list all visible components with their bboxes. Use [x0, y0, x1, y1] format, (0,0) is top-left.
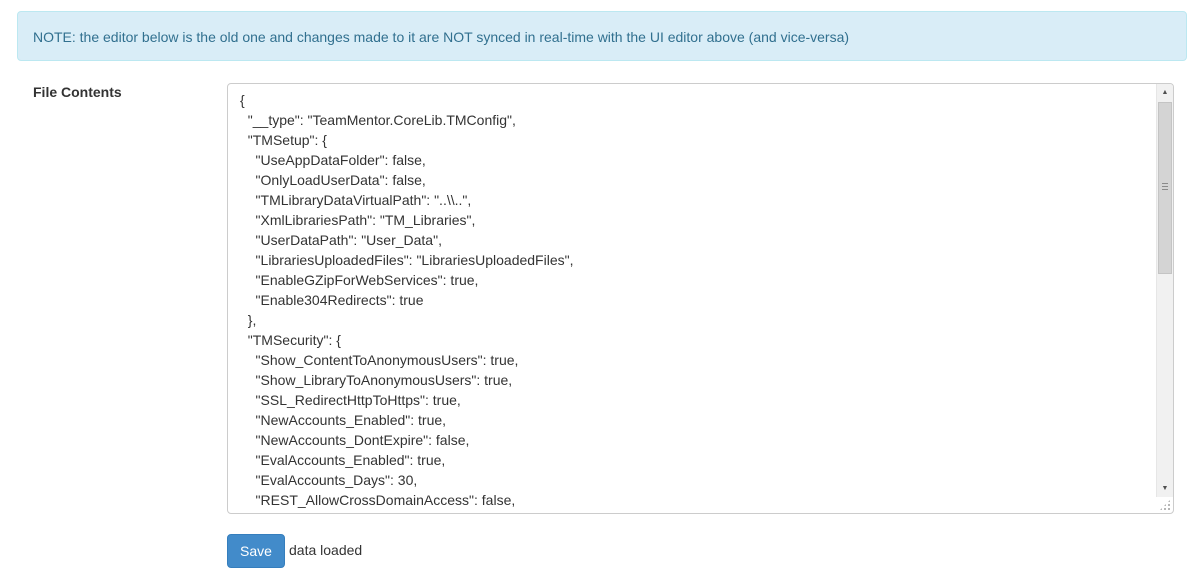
code-line: "Enable304Redirects": true	[240, 292, 424, 308]
sync-warning-note: NOTE: the editor below is the old one an…	[17, 11, 1187, 61]
code-line: "TMLibraryDataVirtualPath": "..\\..",	[240, 192, 472, 208]
code-line: "Show_ContentToAnonymousUsers": true,	[240, 352, 519, 368]
scroll-down-arrow-icon[interactable]: ▼	[1157, 480, 1173, 497]
file-contents-editor[interactable]: { "__type": "TeamMentor.CoreLib.TMConfig…	[227, 83, 1174, 514]
code-line: "SSL_RedirectHttpToHttps": true,	[240, 392, 461, 408]
code-line: "REST_AllowCrossDomainAccess": false,	[240, 492, 516, 508]
code-line: "TMSecurity": {	[240, 332, 341, 348]
resize-handle-icon[interactable]	[1159, 499, 1171, 511]
scrollbar-grip-icon	[1162, 183, 1168, 190]
code-line: "XmlLibrariesPath": "TM_Libraries",	[240, 212, 476, 228]
code-line: "EvalAccounts_Days": 30,	[240, 472, 418, 488]
save-button[interactable]: Save	[227, 534, 285, 568]
code-line: "EvalAccounts_Enabled": true,	[240, 452, 446, 468]
code-line: "Show_LibraryToAnonymousUsers": true,	[240, 372, 513, 388]
code-line: "NewAccounts_Enabled": true,	[240, 412, 447, 428]
status-text: data loaded	[289, 542, 363, 558]
code-line: {	[240, 92, 245, 108]
editor-scrollbar[interactable]: ▲ ▼	[1156, 84, 1173, 497]
code-line: "LibrariesUploadedFiles": "LibrariesUplo…	[240, 252, 574, 268]
code-line: },	[240, 312, 257, 328]
code-line: "TMSetup": {	[240, 132, 327, 148]
file-contents-text[interactable]: { "__type": "TeamMentor.CoreLib.TMConfig…	[240, 90, 1153, 513]
scroll-up-arrow-icon[interactable]: ▲	[1157, 84, 1173, 101]
sync-warning-text: NOTE: the editor below is the old one an…	[33, 29, 850, 45]
code-line: "UseAppDataFolder": false,	[240, 152, 426, 168]
code-line: "UserDataPath": "User_Data",	[240, 232, 442, 248]
code-line: "EnableGZipForWebServices": true,	[240, 272, 479, 288]
code-line: "NewAccounts_DontExpire": false,	[240, 432, 470, 448]
code-line: "OnlyLoadUserData": false,	[240, 172, 426, 188]
file-contents-label: File Contents	[33, 84, 122, 100]
scrollbar-thumb[interactable]	[1158, 102, 1172, 274]
code-line: "__type": "TeamMentor.CoreLib.TMConfig",	[240, 112, 516, 128]
